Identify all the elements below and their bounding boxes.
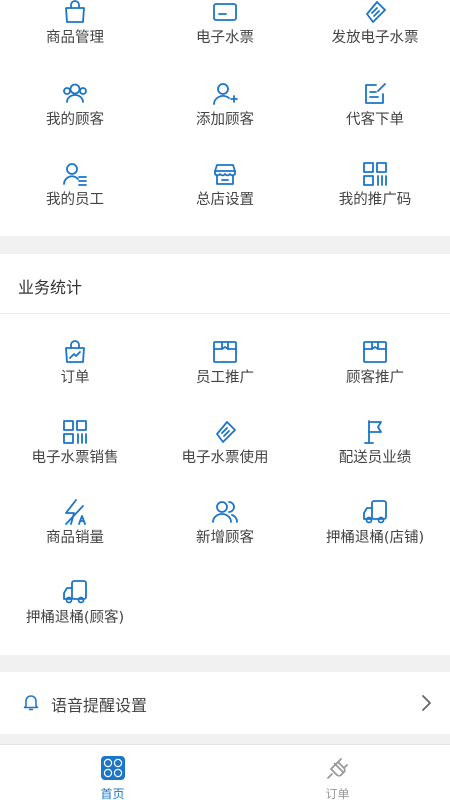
- shopping-bag-icon: [61, 0, 89, 26]
- plug-icon: [325, 755, 351, 781]
- menu-item-my-customers[interactable]: 我的顾客: [0, 80, 150, 160]
- ticket-icon: [211, 418, 239, 446]
- stats-item-label: 新增顾客: [196, 530, 254, 546]
- box-icon: [211, 338, 239, 366]
- stats-item-label: 员工推广: [196, 370, 254, 386]
- menu-item-label: 添加顾客: [196, 112, 254, 128]
- storefront-icon: [211, 160, 239, 188]
- stats-item-courier-performance[interactable]: 配送员业绩: [300, 418, 450, 498]
- truck-icon: [61, 578, 89, 606]
- stats-item-label: 押桶退桶(顾客): [25, 610, 125, 626]
- section-divider: [0, 313, 450, 314]
- ticket-icon: [361, 0, 389, 26]
- stats-item-product-sales[interactable]: 商品销量: [0, 498, 150, 578]
- tab-orders-label: 订单: [325, 787, 350, 800]
- menu-item-e-water-ticket[interactable]: 电子水票: [150, 0, 300, 78]
- chevron-right-icon: [420, 694, 432, 712]
- edit-note-icon: [361, 80, 389, 108]
- user-list-icon: [61, 160, 89, 188]
- qr-code-icon: [61, 418, 89, 446]
- stats-item-label: 订单: [60, 370, 90, 386]
- bell-icon: [22, 693, 40, 711]
- qr-code-icon: [361, 160, 389, 188]
- stats-item-e-ticket-usage[interactable]: 电子水票使用: [150, 418, 300, 498]
- stats-item-bucket-deposit-customer[interactable]: 押桶退桶(顾客): [0, 578, 150, 658]
- stats-item-label: 电子水票销售: [31, 450, 119, 466]
- menu-item-add-customer[interactable]: 添加顾客: [150, 80, 300, 160]
- menu-item-issue-e-water-ticket[interactable]: 发放电子水票: [300, 0, 450, 78]
- menu-item-label: 我的员工: [46, 192, 104, 208]
- section-title: 业务统计: [18, 278, 83, 297]
- menu-item-label: 电子水票: [196, 30, 254, 46]
- box-icon: [361, 338, 389, 366]
- stats-item-label: 押桶退桶(店铺): [325, 530, 425, 546]
- top-menu-card: 商品管理 电子水票 发放电子水票 我的顾客 添加顾客 代客下单 我的员工 总店设…: [0, 0, 450, 236]
- tab-home[interactable]: 首页: [0, 745, 225, 800]
- stats-item-customer-promotion[interactable]: 顾客推广: [300, 338, 450, 418]
- home-grid-icon: [100, 755, 126, 781]
- menu-item-label: 代客下单: [346, 112, 404, 128]
- card-icon: [211, 0, 239, 26]
- add-user-icon: [211, 80, 239, 108]
- stats-item-label: 电子水票使用: [181, 450, 269, 466]
- menu-item-my-promo-code[interactable]: 我的推广码: [300, 160, 450, 240]
- users-icon: [61, 80, 89, 108]
- menu-item-head-store-settings[interactable]: 总店设置: [150, 160, 300, 240]
- stats-item-e-ticket-sales[interactable]: 电子水票销售: [0, 418, 150, 498]
- menu-item-order-for-customer[interactable]: 代客下单: [300, 80, 450, 160]
- users-icon: [211, 498, 239, 526]
- menu-item-label: 商品管理: [46, 30, 104, 46]
- voice-reminder-label: 语音提醒设置: [51, 696, 148, 715]
- bottom-tab-bar: 首页 订单: [0, 744, 450, 800]
- menu-item-label: 我的推广码: [338, 192, 412, 208]
- menu-item-my-staff[interactable]: 我的员工: [0, 160, 150, 240]
- tab-home-label: 首页: [100, 787, 125, 800]
- tab-orders[interactable]: 订单: [225, 745, 450, 800]
- voice-reminder-settings-row[interactable]: 语音提醒设置: [0, 672, 450, 734]
- stats-item-new-customers[interactable]: 新增顾客: [150, 498, 300, 578]
- menu-item-label: 我的顾客: [46, 112, 104, 128]
- stats-item-label: 顾客推广: [346, 370, 404, 386]
- flash-icon: [61, 498, 89, 526]
- stats-item-bucket-deposit-store[interactable]: 押桶退桶(店铺): [300, 498, 450, 578]
- stats-item-label: 商品销量: [46, 530, 104, 546]
- stats-item-staff-promotion[interactable]: 员工推广: [150, 338, 300, 418]
- business-stats-card: 业务统计 订单 员工推广 顾客推广 电子水票销售 电子水票使用 配送员业绩 商品…: [0, 254, 450, 655]
- flag-icon: [361, 418, 389, 446]
- menu-item-label: 发放电子水票: [331, 30, 419, 46]
- menu-item-product-management[interactable]: 商品管理: [0, 0, 150, 78]
- order-bag-icon: [61, 338, 89, 366]
- stats-item-orders[interactable]: 订单: [0, 338, 150, 418]
- stats-item-label: 配送员业绩: [338, 450, 412, 466]
- menu-item-label: 总店设置: [196, 192, 254, 208]
- truck-icon: [361, 498, 389, 526]
